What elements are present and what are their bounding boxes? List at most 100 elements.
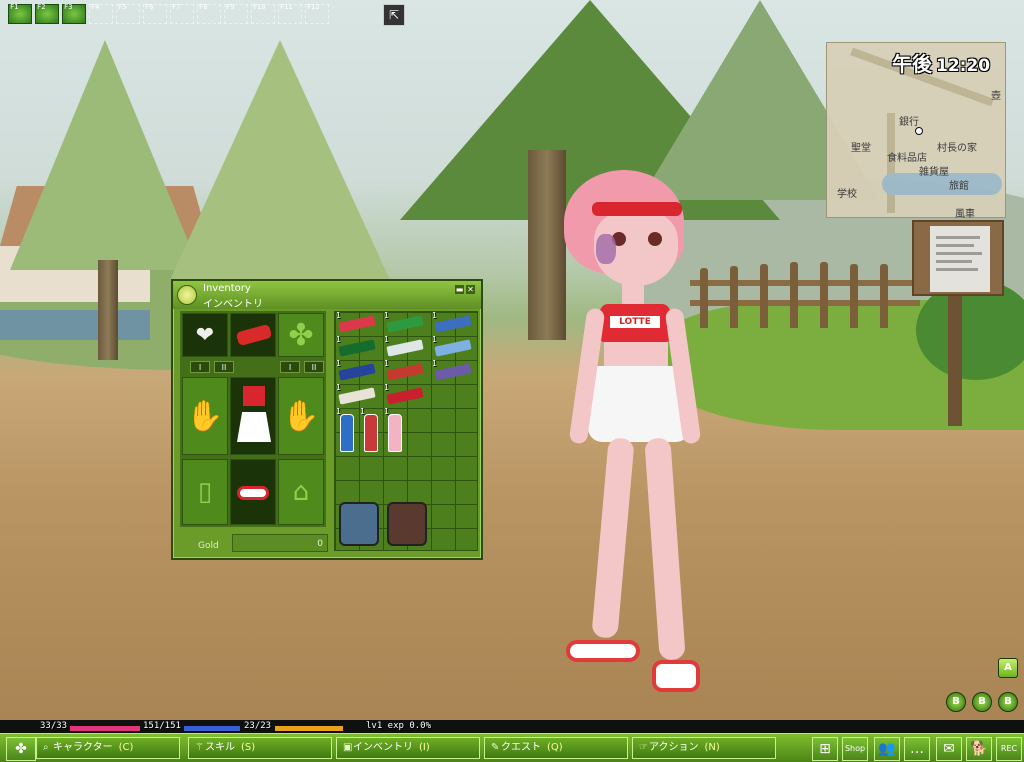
bag-icon <box>339 502 379 546</box>
hotkey-slot[interactable]: F5 <box>116 3 140 24</box>
minimize-icon[interactable]: ▬ <box>455 285 464 294</box>
inventory-item-drink-bottle-red[interactable]: 1 <box>359 407 383 456</box>
equip-tab-3[interactable]: I <box>280 361 300 373</box>
hotkey-slot[interactable]: F9 <box>224 3 248 24</box>
notice-board[interactable] <box>912 220 1004 296</box>
pet-icon[interactable]: 🐕 <box>966 737 992 761</box>
inventory-item-bag[interactable] <box>383 480 431 552</box>
pond <box>0 310 150 340</box>
equip-slot-head[interactable]: ❤ <box>182 313 228 357</box>
inventory-item-gum-pack-red[interactable]: 1 <box>335 311 383 336</box>
player-character[interactable]: LOTTE <box>556 160 716 700</box>
item-quantity: 1 <box>384 311 389 320</box>
clover-icon <box>177 285 197 305</box>
equip-tab-1[interactable]: I <box>190 361 210 373</box>
character-leg <box>591 437 635 639</box>
fence-post <box>760 264 768 328</box>
hotkey-slot[interactable]: F1 <box>8 3 32 24</box>
hotkey-slot[interactable]: F3 <box>62 3 86 24</box>
minimap-label-grocery: 食料品店 <box>887 153 927 164</box>
inventory-item-gum-pack-blue[interactable]: 1 <box>431 311 479 336</box>
taskbar-button-wand[interactable]: ⚚スキル (S) <box>188 737 332 759</box>
item-icon <box>338 315 376 333</box>
taskbar-label: キャラクター <box>53 742 113 753</box>
hotkey-slot[interactable]: F10 <box>251 3 275 24</box>
minimap-label-general-store: 雑貨屋 <box>919 167 949 178</box>
equip-tab-4[interactable]: II <box>304 361 324 373</box>
hotkey-key-label: F7 <box>172 3 181 11</box>
taskbar-hotkey: (Q) <box>547 742 563 753</box>
item-quantity: 1 <box>336 383 341 392</box>
taskbar-button-quest[interactable]: ✎ クエスト (Q) <box>484 737 628 759</box>
inventory-item-snack-box-purple[interactable]: 1 <box>431 359 479 384</box>
inventory-item-gum-pack-dark-green[interactable]: 1 <box>335 335 383 360</box>
item-icon <box>386 363 424 381</box>
taskbar-button-search[interactable]: ⌕ キャラクター (C) <box>36 737 180 759</box>
hud-corner-icon[interactable]: A <box>998 658 1018 678</box>
action-icon: ☞ <box>639 742 648 753</box>
hud-bubble-icon[interactable]: B <box>998 692 1018 712</box>
taskbar-label: クエスト <box>501 742 541 753</box>
hotkey-slot[interactable]: F12 <box>305 3 329 24</box>
equip-slot-body[interactable] <box>230 377 276 455</box>
equip-slot-headband[interactable] <box>230 313 276 357</box>
inventory-item-drink-bottle-pink[interactable]: 1 <box>383 407 407 456</box>
map-icon[interactable]: ⊞ <box>812 737 838 761</box>
top-logo: LOTTE <box>610 316 660 328</box>
hud-bubble-icon[interactable]: B <box>972 692 992 712</box>
mp-value: 151/151 <box>143 721 181 731</box>
inventory-item-candy-box-red[interactable]: 1 <box>383 383 431 408</box>
hotkey-slot[interactable]: F4 <box>89 3 113 24</box>
mail-icon[interactable]: ✉ <box>936 737 962 761</box>
hotkey-slot[interactable]: F8 <box>197 3 221 24</box>
taskbar-button-action[interactable]: ☞アクション (N) <box>632 737 776 759</box>
inventory-item-gum-pack-green[interactable]: 1 <box>383 311 431 336</box>
hotkey-key-label: F3 <box>64 3 73 11</box>
taskbar: ✤ ⌕ キャラクター (C) ⚚スキル (S) ▣インベントリ (I) ✎ クエスト (Q) ☞アク… <box>0 733 1024 762</box>
inventory-grid[interactable]: 1 1 1 1 1 1 1 1 1 1 1 1 1 1 <box>334 311 478 551</box>
inventory-item-drink-bottle-blue[interactable]: 1 <box>335 407 359 456</box>
equip-slot-right-hand[interactable]: ✋ <box>182 377 228 455</box>
inventory-window[interactable]: Inventory インベントリ ▬ ✕ ❤ ✤ I II I II ✋ ✋ ▯… <box>171 279 483 560</box>
inventory-title-bar[interactable]: Inventory インベントリ ▬ ✕ <box>173 281 481 310</box>
rec-icon[interactable]: REC <box>996 737 1022 761</box>
inventory-item-chocolate-box[interactable]: 1 <box>383 359 431 384</box>
equip-slot-robe[interactable]: ⌂ <box>278 459 324 525</box>
bottle-icon <box>364 414 378 452</box>
taskbar-label: スキル <box>205 742 235 753</box>
inventory-item-snack-box-navy[interactable]: 1 <box>335 359 383 384</box>
hand-slot-icon: ✋ <box>282 398 320 434</box>
cursor-mode-icon[interactable]: ⇱ <box>383 4 405 26</box>
taskbar-button-bag[interactable]: ▣インベントリ (I) <box>336 737 480 759</box>
clover-menu-icon[interactable]: ✤ <box>6 737 36 761</box>
hotkey-key-label: F8 <box>199 3 208 11</box>
equip-slot-shoes[interactable] <box>230 459 276 525</box>
equip-slot-left-hand[interactable]: ✋ <box>278 377 324 455</box>
outfit-skirt-icon <box>237 412 271 442</box>
hotkey-slot[interactable]: F6 <box>143 3 167 24</box>
character-headband <box>592 202 682 216</box>
party-icon[interactable]: 👥 <box>874 737 900 761</box>
hotkey-slot[interactable]: F2 <box>35 3 59 24</box>
hotkey-key-label: F2 <box>37 3 46 11</box>
equip-slot-gloves[interactable]: ▯ <box>182 459 228 525</box>
inventory-item-gum-pack-sky[interactable]: 1 <box>431 335 479 360</box>
window-controls: ▬ ✕ <box>455 285 475 294</box>
clock-time: 12:20 <box>936 56 991 76</box>
robe-slot-icon: ⌂ <box>292 477 310 507</box>
hotkey-slot[interactable]: F11 <box>278 3 302 24</box>
close-icon[interactable]: ✕ <box>466 285 475 294</box>
hud-bubble-icon[interactable]: B <box>946 692 966 712</box>
inventory-item-bag[interactable] <box>335 480 383 552</box>
hotkey-key-label: F12 <box>307 3 320 11</box>
chat-icon[interactable]: … <box>904 737 930 761</box>
equip-slot-accessory[interactable]: ✤ <box>278 313 324 357</box>
item-icon <box>386 387 424 405</box>
fence-post <box>880 264 888 328</box>
hotkey-key-label: F9 <box>226 3 235 11</box>
inventory-item-gum-pack-white[interactable]: 1 <box>383 335 431 360</box>
shop-icon[interactable]: Shop <box>842 737 868 761</box>
inventory-item-cookie-box[interactable]: 1 <box>335 383 383 408</box>
hotkey-slot[interactable]: F7 <box>170 3 194 24</box>
equip-tab-2[interactable]: II <box>214 361 234 373</box>
